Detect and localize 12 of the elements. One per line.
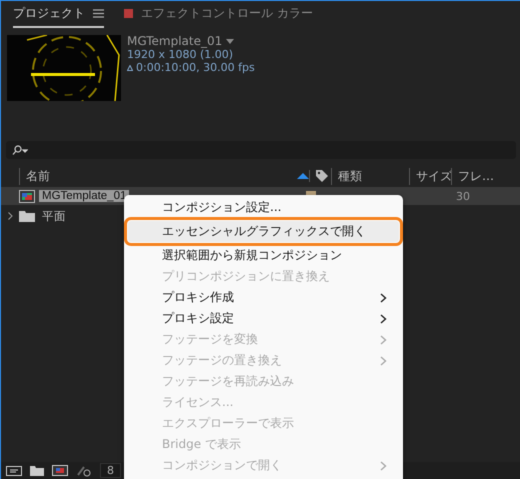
tab-label: エフェクトコントロール カラー — [141, 5, 313, 22]
column-label: 種類 — [338, 168, 362, 184]
duration-text: 0:00:10:00, 30.00 fps — [136, 61, 255, 74]
item-name: MGTemplate_01 — [39, 190, 130, 202]
column-label: サイズ — [416, 168, 452, 184]
resolution-text: 1920 x 1080 (1.00) — [127, 48, 234, 61]
frame-rate: 30 — [456, 190, 470, 202]
column-label: 名前 — [26, 168, 50, 184]
tab-label: プロジェクト — [13, 5, 85, 22]
column-label: フレ… — [458, 168, 494, 184]
item-name: 平面 — [41, 210, 67, 224]
composition-name: MGTemplate_01 — [127, 35, 222, 48]
